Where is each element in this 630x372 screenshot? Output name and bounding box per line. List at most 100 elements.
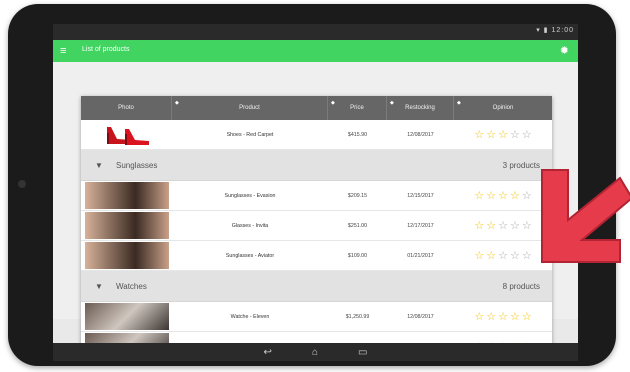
status-icons: ▾ ▮ 12:00 xyxy=(536,27,574,34)
rating-star-icon: ☆ xyxy=(486,189,497,202)
expand-icon[interactable]: ▼ xyxy=(95,282,103,291)
restocking-cell: 12/08/2017 xyxy=(407,131,434,138)
column-header-photo[interactable]: Photo xyxy=(81,96,172,120)
opinion-cell: ☆☆☆☆☆ xyxy=(454,120,552,149)
column-header-opinion[interactable]: ◆ Opinion xyxy=(454,96,552,120)
table-row[interactable]: Sunglasses - Aviator $109.00 01/21/2017 … xyxy=(81,241,552,271)
column-header-label: Photo xyxy=(118,105,134,111)
rating-star-icon: ☆ xyxy=(509,219,520,232)
table-row[interactable]: Watche - Eleven $1,250.99 12/08/2017 ☆ ☆ ☆… xyxy=(81,302,552,332)
rating-stars: ☆☆☆☆☆ xyxy=(474,190,531,202)
rating-star-icon: ☆ xyxy=(509,249,520,262)
column-header-price[interactable]: ◆ Price xyxy=(328,96,387,120)
group-count: 8 products xyxy=(502,281,540,291)
rating-stars: ☆☆☆☆☆ xyxy=(474,220,531,232)
group-title: Watches xyxy=(116,281,147,291)
opinion-cell: ☆☆☆☆☆ xyxy=(454,241,552,270)
rating-stars: ☆☆☆☆☆ xyxy=(474,129,531,141)
expand-icon[interactable]: ▼ xyxy=(95,161,103,170)
rating-star-icon: ☆ xyxy=(474,310,485,323)
column-header-label: Price xyxy=(350,105,364,111)
rating-star-icon: ☆ xyxy=(486,219,497,232)
restocking-cell: 01/21/2017 xyxy=(407,252,434,259)
product-cell: Shoes - Red Carpet xyxy=(226,131,274,138)
price-cell: $251.00 xyxy=(347,222,368,229)
grid-scrollbar[interactable] xyxy=(547,186,550,256)
sort-icon[interactable]: ◆ xyxy=(457,100,461,106)
product-photo xyxy=(84,121,169,148)
photo-cell xyxy=(81,241,172,270)
photo-cell xyxy=(81,120,172,149)
rating-star-icon: ☆ xyxy=(498,128,508,141)
photo-cell xyxy=(81,302,172,331)
column-header-restocking[interactable]: ◆ Restocking xyxy=(387,96,454,120)
rating-star-icon: ☆ xyxy=(498,189,508,202)
rating-star-icon: ☆ xyxy=(498,249,508,262)
group-header-sunglasses[interactable]: ▼ Sunglasses 3 products xyxy=(81,150,552,181)
rating-star-icon: ☆ xyxy=(486,310,497,323)
navigation-bar: ↩ ⌂ ▭ xyxy=(53,343,578,361)
rating-star-icon: ☆ xyxy=(521,128,532,141)
status-bar: ▾ ▮ 12:00 xyxy=(53,24,578,40)
product-photo xyxy=(84,212,169,239)
back-icon[interactable]: ↩ xyxy=(264,347,272,358)
price-cell: $209.15 xyxy=(347,192,368,199)
products-grid: Photo ◆ Product ◆ Price ◆ Restocking ◆ O… xyxy=(81,96,552,346)
rating-star-icon: ☆ xyxy=(474,219,485,232)
price-cell: $415.90 xyxy=(347,131,368,138)
rating-star-icon: ☆ xyxy=(509,128,520,141)
sort-icon[interactable]: ◆ xyxy=(175,100,179,106)
rating-star-icon: ☆ xyxy=(486,249,497,262)
rating-star-icon: ☆ xyxy=(498,219,508,232)
restocking-cell: 12/08/2017 xyxy=(407,313,434,320)
group-title: Sunglasses xyxy=(116,160,158,170)
rating-star-icon: ☆ xyxy=(521,219,532,232)
opinion-cell: ☆☆☆☆☆ xyxy=(454,302,552,331)
product-photo xyxy=(84,242,169,269)
grid-body: Shoes - Red Carpet $415.90 12/08/2017 ☆ ☆… xyxy=(81,120,552,346)
gear-icon[interactable]: ✹ xyxy=(560,44,569,58)
sort-icon[interactable]: ◆ xyxy=(331,100,335,106)
app-title: List of products xyxy=(82,46,130,53)
photo-cell xyxy=(81,181,172,210)
table-row[interactable]: Glasses - Invita $251.00 12/17/2017 ☆ ☆ ☆ ☆… xyxy=(81,211,552,241)
tablet-frame: ▾ ▮ 12:00 ≡ List of products ✹ Photo ◆ P… xyxy=(8,4,616,366)
camera-dot xyxy=(18,180,26,188)
rating-star-icon: ☆ xyxy=(474,189,485,202)
group-header-watches[interactable]: ▼ Watches 8 products xyxy=(81,271,552,302)
rating-star-icon: ☆ xyxy=(521,189,532,202)
column-header-label: Opinion xyxy=(492,105,514,111)
group-count: 3 products xyxy=(502,160,540,170)
price-cell: $109.00 xyxy=(347,252,368,259)
product-photo xyxy=(84,182,169,209)
column-header-product[interactable]: ◆ Product xyxy=(172,96,328,120)
menu-icon[interactable]: ≡ xyxy=(60,44,66,58)
home-icon[interactable]: ⌂ xyxy=(312,347,318,358)
product-cell: Sunglasses - Aviator xyxy=(225,252,275,259)
opinion-cell: ☆☆☆☆☆ xyxy=(454,211,552,240)
recent-apps-icon[interactable]: ▭ xyxy=(358,347,367,358)
rating-stars: ☆☆☆☆☆ xyxy=(474,311,531,323)
product-cell: Watche - Eleven xyxy=(230,313,270,320)
tablet-screen: ▾ ▮ 12:00 ≡ List of products ✹ Photo ◆ P… xyxy=(53,24,578,361)
rating-star-icon: ☆ xyxy=(509,310,520,323)
column-header-label: Product xyxy=(239,105,260,111)
table-row[interactable]: Shoes - Red Carpet $415.90 12/08/2017 ☆ ☆… xyxy=(81,120,552,150)
rating-star-icon: ☆ xyxy=(486,128,497,141)
rating-star-icon: ☆ xyxy=(521,249,532,262)
rating-star-icon: ☆ xyxy=(474,128,485,141)
photo-cell xyxy=(81,211,172,240)
price-cell: $1,250.99 xyxy=(345,313,370,320)
product-cell: Sunglasses - Evasion xyxy=(224,192,276,199)
sort-icon[interactable]: ◆ xyxy=(390,100,394,106)
opinion-cell: ☆☆☆☆☆ xyxy=(454,181,552,210)
content-area: Photo ◆ Product ◆ Price ◆ Restocking ◆ O… xyxy=(53,62,578,346)
rating-stars: ☆☆☆☆☆ xyxy=(474,250,531,262)
rating-star-icon: ☆ xyxy=(474,249,485,262)
grid-header: Photo ◆ Product ◆ Price ◆ Restocking ◆ O… xyxy=(81,96,552,120)
rating-star-icon: ☆ xyxy=(521,310,532,323)
shoes-image xyxy=(106,127,149,145)
restocking-cell: 12/15/2017 xyxy=(407,192,434,199)
table-row[interactable]: Sunglasses - Evasion $209.15 12/15/2017 … xyxy=(81,181,552,211)
app-bar: ≡ List of products ✹ xyxy=(53,40,578,62)
